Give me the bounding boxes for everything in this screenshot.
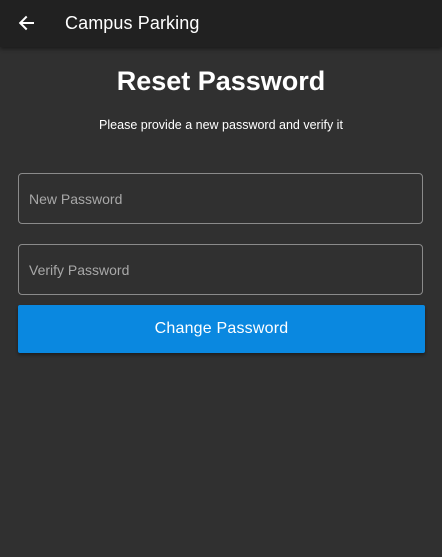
new-password-input[interactable] (19, 174, 422, 223)
page-subtitle: Please provide a new password and verify… (99, 118, 343, 132)
page-title: Reset Password (116, 66, 326, 96)
reset-password-form: Reset Password Please provide a new pass… (0, 47, 442, 557)
new-password-field (18, 173, 423, 224)
app-title: Campus Parking (65, 13, 200, 33)
back-button[interactable] (14, 11, 38, 35)
arrow-left-icon (18, 15, 34, 31)
verify-password-field (18, 244, 423, 295)
change-password-button[interactable]: Change Password (18, 305, 425, 353)
app-bar: Campus Parking (0, 0, 442, 47)
verify-password-input[interactable] (19, 245, 422, 294)
